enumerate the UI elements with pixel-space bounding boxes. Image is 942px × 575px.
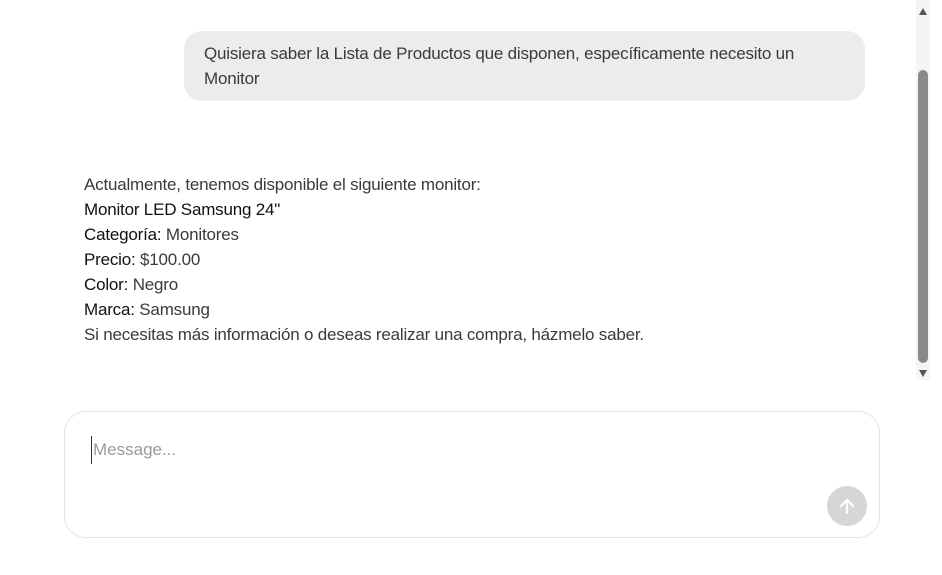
chat-transcript: Quisiera saber la Lista de Productos que… — [0, 0, 916, 380]
chat-scrollbar[interactable] — [916, 0, 930, 380]
scroll-up-arrow-icon[interactable] — [919, 8, 927, 15]
product-field-price: Precio: $100.00 — [84, 247, 804, 272]
field-label: Marca: — [84, 300, 135, 319]
assistant-closing: Si necesitas más información o deseas re… — [84, 325, 644, 344]
user-message-text: Quisiera saber la Lista de Productos que… — [204, 44, 795, 88]
send-button[interactable] — [827, 486, 867, 526]
field-label: Color: — [84, 275, 129, 294]
assistant-message: Actualmente, tenemos disponible el sigui… — [84, 172, 804, 347]
product-field-brand: Marca: Samsung — [84, 297, 804, 322]
field-value: Negro — [132, 275, 179, 294]
product-name: Monitor LED Samsung 24" — [84, 200, 281, 219]
product-field-color: Color: Negro — [84, 272, 804, 297]
field-value: Samsung — [139, 300, 210, 319]
field-label: Categoría: — [84, 225, 162, 244]
product-field-category: Categoría: Monitores — [84, 222, 804, 247]
user-message-bubble: Quisiera saber la Lista de Productos que… — [184, 31, 865, 101]
scroll-down-arrow-icon[interactable] — [919, 370, 927, 377]
arrow-up-icon — [839, 498, 855, 515]
field-label: Precio: — [84, 250, 136, 269]
field-value: $100.00 — [140, 250, 201, 269]
scrollbar-thumb[interactable] — [918, 70, 928, 363]
assistant-intro: Actualmente, tenemos disponible el sigui… — [84, 175, 481, 194]
field-value: Monitores — [165, 225, 239, 244]
message-composer — [64, 411, 880, 538]
message-input[interactable] — [91, 436, 793, 464]
chat-page: Quisiera saber la Lista de Productos que… — [0, 0, 942, 575]
